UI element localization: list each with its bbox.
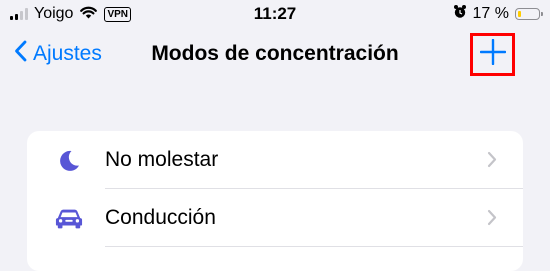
list-item-label: No molestar bbox=[105, 148, 219, 171]
alarm-icon bbox=[453, 4, 467, 24]
battery-icon bbox=[515, 8, 543, 20]
chevron-right-icon bbox=[487, 151, 497, 173]
navigation-bar: Ajustes Modos de concentración bbox=[0, 30, 550, 82]
chevron-right-icon bbox=[487, 209, 497, 231]
status-right: 17 % bbox=[453, 4, 543, 24]
battery-percent: 17 % bbox=[472, 5, 509, 22]
status-bar: Yoigo VPN 11:27 17 % bbox=[0, 0, 550, 30]
row-separator bbox=[105, 246, 523, 247]
list-item-conduccion[interactable]: Conducción bbox=[27, 189, 523, 247]
list-item-label: Conducción bbox=[105, 206, 216, 229]
car-icon bbox=[55, 205, 83, 233]
plus-icon bbox=[479, 38, 506, 70]
page-title: Modos de concentración bbox=[151, 42, 399, 65]
list-item-no-molestar[interactable]: No molestar bbox=[27, 131, 523, 189]
add-button[interactable] bbox=[470, 33, 515, 76]
battery-fill bbox=[518, 11, 521, 17]
moon-icon bbox=[55, 147, 83, 175]
focus-modes-list: No molestar Conducción bbox=[27, 131, 523, 271]
